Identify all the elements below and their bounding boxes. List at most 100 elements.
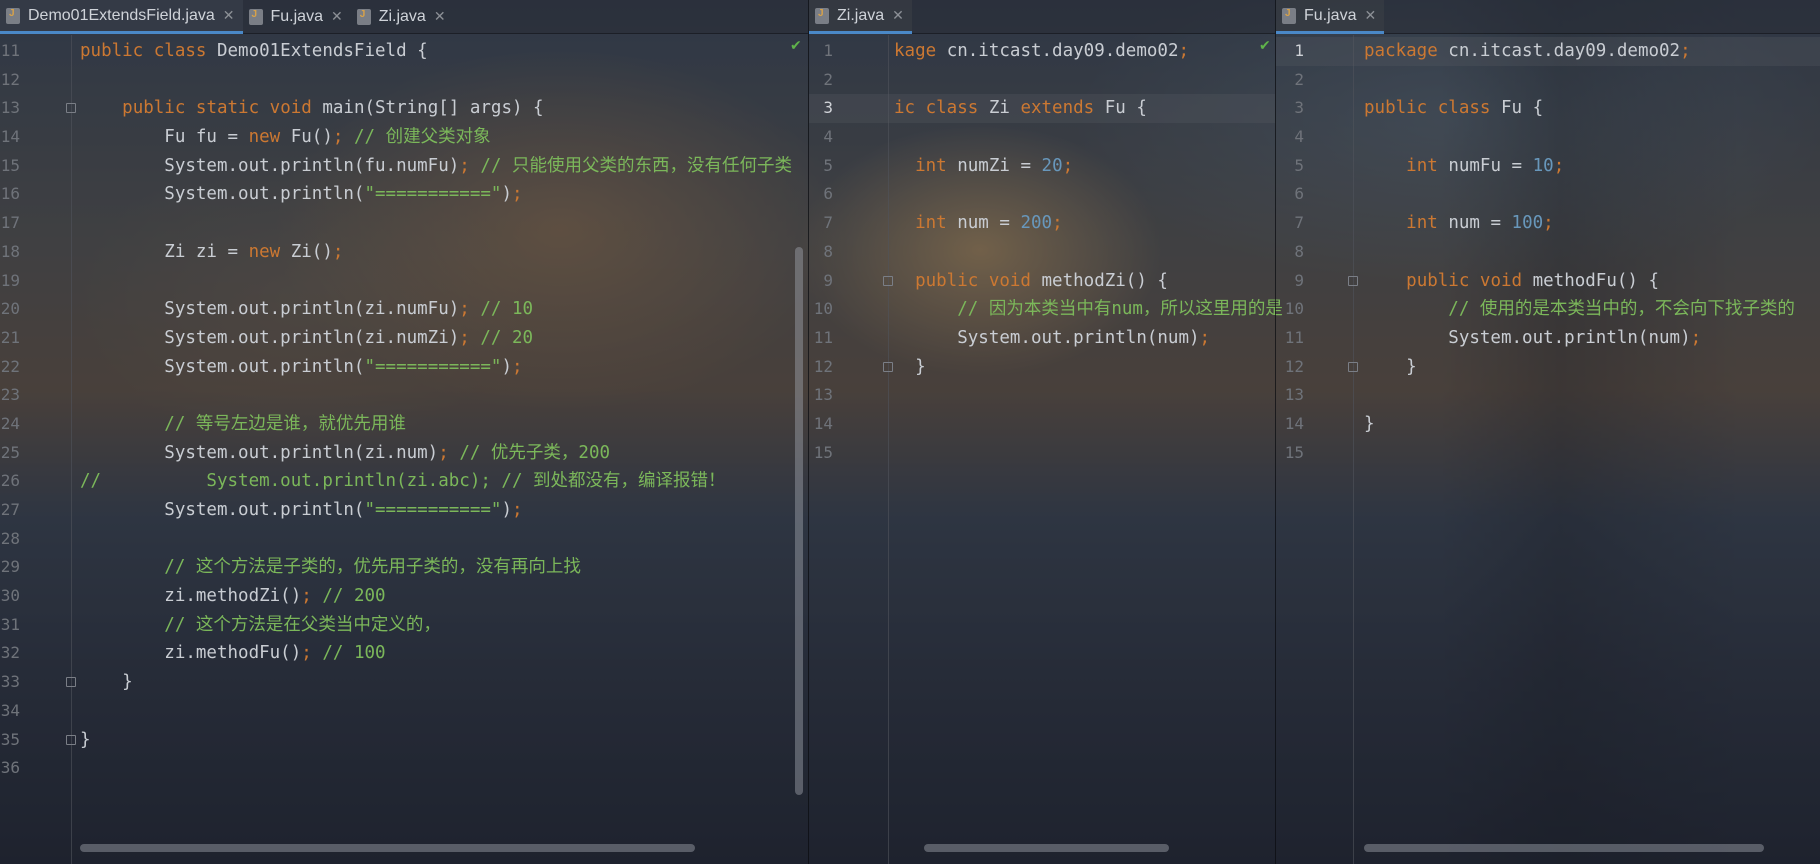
code-line[interactable]: 14 [809, 410, 1275, 439]
code-line[interactable]: 18 Zi zi = new Zi(); [0, 238, 808, 267]
code-line[interactable]: 17 [0, 209, 808, 238]
code-line[interactable]: 2 [809, 66, 1275, 95]
line-number: 7 [1294, 213, 1304, 233]
code-line[interactable]: 1 kage cn.itcast.day09.demo02; [809, 37, 1275, 66]
code-line[interactable]: 12 } [1276, 353, 1820, 382]
code-token: ; [332, 241, 344, 262]
fold-marker-icon[interactable] [1348, 275, 1358, 286]
code-area[interactable]: 1 kage cn.itcast.day09.demo02; 2 3 ic class … [809, 37, 1283, 468]
code-line[interactable]: 12 [0, 66, 808, 95]
tab-fu[interactable]: Fu.java ✕ [1276, 0, 1385, 34]
vertical-scrollbar[interactable] [795, 247, 803, 795]
line-number: 15 [813, 442, 833, 462]
code-line[interactable]: 32 zi.methodFu(); // 100 [0, 639, 808, 668]
code-line[interactable]: 14} [1276, 410, 1820, 439]
code-area[interactable]: 1 package cn.itcast.day09.demo02; 2 3 public… [1276, 37, 1820, 467]
fold-marker-icon[interactable] [66, 734, 76, 745]
code-line[interactable]: 25 System.out.println(zi.num); // 优先子类，2… [0, 439, 808, 468]
code-line[interactable]: 35} [0, 726, 808, 755]
code-line[interactable]: 26 // System.out.println(zi.abc); // 到处都没… [0, 467, 808, 496]
code-line[interactable]: 11 public class Demo01ExtendsField { [0, 37, 808, 66]
code-line[interactable]: 15 System.out.println(fu.numFu); // 只能使用… [0, 152, 808, 181]
code-line[interactable]: 13 public static void main(String[] args… [0, 94, 808, 123]
code-line[interactable]: 21 System.out.println(zi.numZi); // 20 [0, 324, 808, 353]
fold-marker-icon[interactable] [66, 677, 76, 688]
code-line[interactable]: 16 System.out.println("==========="); [0, 180, 808, 209]
code-line[interactable]: 4 [809, 123, 1275, 152]
fold-marker-icon[interactable] [66, 103, 76, 114]
code-line[interactable]: 3 ic class Zi extends Fu { [809, 94, 1275, 124]
close-icon[interactable]: ✕ [1364, 8, 1376, 24]
code-line[interactable]: 34 [0, 697, 808, 726]
code-line[interactable]: 5 int numZi = 20; [809, 152, 1275, 181]
code-line[interactable]: 33 } [0, 668, 808, 697]
close-icon[interactable]: ✕ [434, 9, 446, 25]
line-number: 21 [0, 327, 20, 347]
code-line[interactable]: 13 [1276, 381, 1820, 410]
line-number: 3 [1294, 98, 1304, 118]
code-line[interactable]: 22 System.out.println("==========="); [0, 353, 808, 382]
code-line[interactable]: 15 [809, 439, 1275, 468]
code-editor[interactable]: 1 package cn.itcast.day09.demo02; 2 3 public… [1276, 35, 1820, 864]
line-number: 8 [823, 241, 833, 261]
fold-marker-icon[interactable] [883, 275, 893, 286]
code-line[interactable]: 6 [809, 180, 1275, 209]
code-area[interactable]: 11 public class Demo01ExtendsField {12 13 … [0, 37, 808, 783]
code-line[interactable]: 30 zi.methodZi(); // 200 [0, 582, 808, 611]
fold-marker-icon[interactable] [883, 361, 893, 372]
tab-zi[interactable]: Zi.java ✕ [351, 0, 454, 34]
code-line[interactable]: 9 public void methodFu() { [1276, 267, 1820, 296]
code-line[interactable]: 8 [809, 238, 1275, 267]
code-line[interactable]: 6 [1276, 180, 1820, 209]
code-editor[interactable]: 11 public class Demo01ExtendsField {12 13 … [0, 35, 808, 864]
code-line[interactable]: 7 int num = 100; [1276, 209, 1820, 238]
code-line[interactable]: 12 } [809, 353, 1275, 382]
code-token: extends [1020, 98, 1105, 119]
code-editor[interactable]: 1 kage cn.itcast.day09.demo02; 2 3 ic class … [809, 35, 1283, 864]
code-line[interactable]: 1 package cn.itcast.day09.demo02; [1276, 37, 1820, 66]
code-line[interactable]: 5 int numFu = 10; [1276, 152, 1820, 181]
code-text: System.out.println("==========="); [80, 180, 522, 209]
code-line[interactable]: 29 // 这个方法是子类的，优先用子类的，没有再向上找 [0, 553, 808, 582]
close-icon[interactable]: ✕ [892, 8, 904, 24]
code-line[interactable]: 13 [809, 381, 1275, 410]
code-line[interactable]: 28 [0, 525, 808, 554]
code-line[interactable]: 20 System.out.println(zi.numFu); // 10 [0, 295, 808, 324]
horizontal-scrollbar[interactable] [80, 844, 695, 852]
code-line[interactable]: 24 // 等号左边是谁，就优先用谁 [0, 410, 808, 439]
code-token: ; [301, 643, 323, 664]
code-line[interactable]: 10 // 使用的是本类当中的，不会向下找子类的 [1276, 295, 1820, 324]
fold-marker-icon[interactable] [1348, 361, 1358, 372]
line-number: 7 [823, 213, 833, 233]
code-line[interactable]: 14 Fu fu = new Fu(); // 创建父类对象 [0, 123, 808, 152]
line-number: 6 [1294, 184, 1304, 204]
code-line[interactable]: 31 // 这个方法是在父类当中定义的， [0, 611, 808, 640]
code-line[interactable]: 9 public void methodZi() { [809, 267, 1275, 296]
tab-fu[interactable]: Fu.java ✕ [243, 0, 351, 34]
code-token: System.out.println(zi.numFu) [80, 299, 460, 320]
horizontal-scrollbar[interactable] [1364, 844, 1764, 852]
code-line[interactable]: 15 [1276, 439, 1820, 468]
close-icon[interactable]: ✕ [331, 9, 343, 25]
code-token: // 这个方法是子类的，优先用子类的，没有再向上找 [164, 557, 581, 578]
code-line[interactable]: 7 int num = 200; [809, 209, 1275, 238]
code-line[interactable]: 23 [0, 381, 808, 410]
code-token: numFu = [1448, 155, 1533, 176]
code-line[interactable]: 4 [1276, 123, 1820, 152]
code-line[interactable]: 11 System.out.println(num); [809, 324, 1275, 353]
code-line[interactable]: 27 System.out.println("==========="); [0, 496, 808, 525]
code-line[interactable]: 2 [1276, 66, 1820, 95]
line-number: 11 [1284, 327, 1304, 347]
code-line[interactable]: 10 // 因为本类当中有num，所以这里用的是 [809, 295, 1283, 324]
code-token: int [915, 213, 958, 234]
horizontal-scrollbar[interactable] [924, 844, 1169, 852]
code-line[interactable]: 3 public class Fu { [1276, 94, 1820, 123]
tab-demo01extendsfield[interactable]: Demo01ExtendsField.java ✕ [0, 0, 243, 34]
close-icon[interactable]: ✕ [223, 8, 235, 24]
code-line[interactable]: 8 [1276, 238, 1820, 267]
tab-zi[interactable]: Zi.java ✕ [809, 0, 912, 34]
code-line[interactable]: 11 System.out.println(num); [1276, 324, 1820, 353]
code-line[interactable]: 19 [0, 267, 808, 296]
code-line[interactable]: 36 [0, 754, 808, 783]
